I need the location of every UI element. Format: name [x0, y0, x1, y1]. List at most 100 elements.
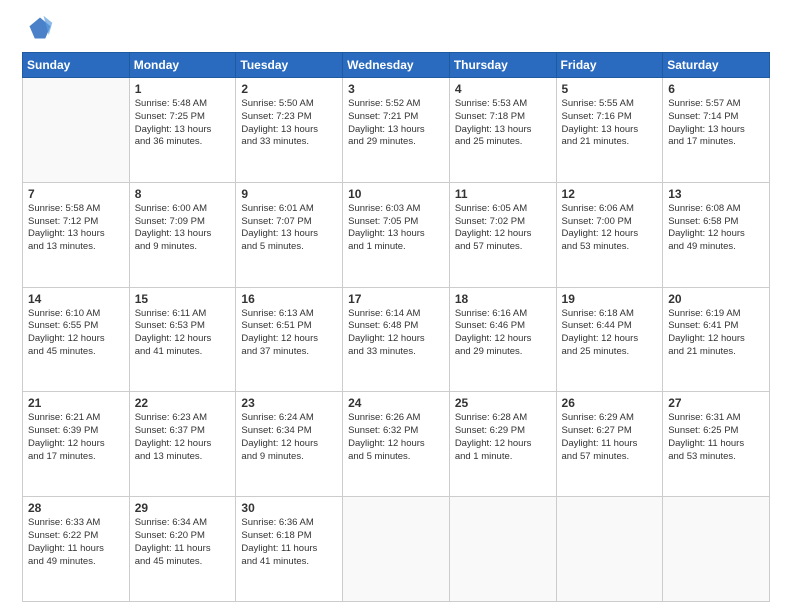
day-info: Sunrise: 5:52 AM Sunset: 7:21 PM Dayligh…	[348, 98, 444, 149]
page: SundayMondayTuesdayWednesdayThursdayFrid…	[0, 0, 792, 612]
calendar-cell: 19 Sunrise: 6:18 AM Sunset: 6:44 PM Dayli…	[556, 287, 663, 392]
day-info: Sunrise: 6:06 AM Sunset: 7:00 PM Dayligh…	[562, 203, 658, 254]
col-header-tuesday: Tuesday	[236, 53, 343, 78]
col-header-friday: Friday	[556, 53, 663, 78]
calendar-cell	[556, 497, 663, 602]
calendar-cell: 26Sunrise: 6:29 AM Sunset: 6:27 PM Dayli…	[556, 392, 663, 497]
calendar-cell: 18 Sunrise: 6:16 AM Sunset: 6:46 PM Dayli…	[449, 287, 556, 392]
day-info: Sunrise: 6:28 AM Sunset: 6:29 PM Dayligh…	[455, 412, 551, 463]
calendar-cell: 2Sunrise: 5:50 AM Sunset: 7:23 PM Daylig…	[236, 78, 343, 183]
day-info: Sunrise: 6:01 AM Sunset: 7:07 PM Dayligh…	[241, 203, 337, 254]
logo	[22, 18, 54, 42]
day-info: Sunrise: 6:31 AM Sunset: 6:25 PM Dayligh…	[668, 412, 764, 463]
day-info: Sunrise: 6:19 AM Sunset: 6:41 PM Dayligh…	[668, 308, 764, 359]
day-number: 6	[668, 82, 764, 96]
day-number: 24	[348, 396, 444, 410]
day-number: 19	[562, 292, 658, 306]
day-info: Sunrise: 6:16 AM Sunset: 6:46 PM Dayligh…	[455, 308, 551, 359]
day-info: Sunrise: 6:34 AM Sunset: 6:20 PM Dayligh…	[135, 517, 231, 568]
calendar-cell: 1 Sunrise: 5:48 AM Sunset: 7:25 PM Daylig…	[129, 78, 236, 183]
day-info: Sunrise: 5:57 AM Sunset: 7:14 PM Dayligh…	[668, 98, 764, 149]
day-number: 17	[348, 292, 444, 306]
day-number: 13	[668, 187, 764, 201]
col-header-saturday: Saturday	[663, 53, 770, 78]
day-info: Sunrise: 6:03 AM Sunset: 7:05 PM Dayligh…	[348, 203, 444, 254]
calendar-cell: 6 Sunrise: 5:57 AM Sunset: 7:14 PM Daylig…	[663, 78, 770, 183]
day-number: 16	[241, 292, 337, 306]
calendar-cell: 4 Sunrise: 5:53 AM Sunset: 7:18 PM Daylig…	[449, 78, 556, 183]
calendar-cell: 27 Sunrise: 6:31 AM Sunset: 6:25 PM Dayli…	[663, 392, 770, 497]
calendar-cell	[449, 497, 556, 602]
day-info: Sunrise: 6:21 AM Sunset: 6:39 PM Dayligh…	[28, 412, 124, 463]
calendar: SundayMondayTuesdayWednesdayThursdayFrid…	[22, 52, 770, 602]
week-row-5: 28 Sunrise: 6:33 AM Sunset: 6:22 PM Dayli…	[23, 497, 770, 602]
week-row-2: 7 Sunrise: 5:58 AM Sunset: 7:12 PM Daylig…	[23, 182, 770, 287]
col-header-sunday: Sunday	[23, 53, 130, 78]
day-number: 1	[135, 82, 231, 96]
calendar-cell: 8 Sunrise: 6:00 AM Sunset: 7:09 PM Daylig…	[129, 182, 236, 287]
day-info: Sunrise: 6:24 AM Sunset: 6:34 PM Dayligh…	[241, 412, 337, 463]
day-info: Sunrise: 5:58 AM Sunset: 7:12 PM Dayligh…	[28, 203, 124, 254]
week-row-1: 1 Sunrise: 5:48 AM Sunset: 7:25 PM Daylig…	[23, 78, 770, 183]
day-info: Sunrise: 6:05 AM Sunset: 7:02 PM Dayligh…	[455, 203, 551, 254]
calendar-cell: 23 Sunrise: 6:24 AM Sunset: 6:34 PM Dayli…	[236, 392, 343, 497]
calendar-cell: 13Sunrise: 6:08 AM Sunset: 6:58 PM Dayli…	[663, 182, 770, 287]
day-number: 3	[348, 82, 444, 96]
day-info: Sunrise: 5:50 AM Sunset: 7:23 PM Dayligh…	[241, 98, 337, 149]
calendar-cell: 16 Sunrise: 6:13 AM Sunset: 6:51 PM Dayli…	[236, 287, 343, 392]
calendar-cell: 17 Sunrise: 6:14 AM Sunset: 6:48 PM Dayli…	[343, 287, 450, 392]
day-number: 10	[348, 187, 444, 201]
day-number: 28	[28, 501, 124, 515]
calendar-cell	[663, 497, 770, 602]
calendar-cell: 15Sunrise: 6:11 AM Sunset: 6:53 PM Dayli…	[129, 287, 236, 392]
calendar-cell	[23, 78, 130, 183]
day-number: 23	[241, 396, 337, 410]
calendar-cell: 29 Sunrise: 6:34 AM Sunset: 6:20 PM Dayli…	[129, 497, 236, 602]
day-number: 25	[455, 396, 551, 410]
day-info: Sunrise: 6:23 AM Sunset: 6:37 PM Dayligh…	[135, 412, 231, 463]
day-number: 27	[668, 396, 764, 410]
day-info: Sunrise: 6:13 AM Sunset: 6:51 PM Dayligh…	[241, 308, 337, 359]
day-info: Sunrise: 6:00 AM Sunset: 7:09 PM Dayligh…	[135, 203, 231, 254]
day-info: Sunrise: 6:11 AM Sunset: 6:53 PM Dayligh…	[135, 308, 231, 359]
calendar-cell: 25 Sunrise: 6:28 AM Sunset: 6:29 PM Dayli…	[449, 392, 556, 497]
day-number: 29	[135, 501, 231, 515]
calendar-cell: 21 Sunrise: 6:21 AM Sunset: 6:39 PM Dayli…	[23, 392, 130, 497]
calendar-cell: 30 Sunrise: 6:36 AM Sunset: 6:18 PM Dayli…	[236, 497, 343, 602]
calendar-cell: 28 Sunrise: 6:33 AM Sunset: 6:22 PM Dayli…	[23, 497, 130, 602]
week-row-3: 14Sunrise: 6:10 AM Sunset: 6:55 PM Dayli…	[23, 287, 770, 392]
day-number: 7	[28, 187, 124, 201]
calendar-cell: 11Sunrise: 6:05 AM Sunset: 7:02 PM Dayli…	[449, 182, 556, 287]
col-header-monday: Monday	[129, 53, 236, 78]
day-info: Sunrise: 5:53 AM Sunset: 7:18 PM Dayligh…	[455, 98, 551, 149]
day-number: 21	[28, 396, 124, 410]
header	[22, 18, 770, 42]
day-info: Sunrise: 6:36 AM Sunset: 6:18 PM Dayligh…	[241, 517, 337, 568]
day-info: Sunrise: 6:10 AM Sunset: 6:55 PM Dayligh…	[28, 308, 124, 359]
calendar-header-row: SundayMondayTuesdayWednesdayThursdayFrid…	[23, 53, 770, 78]
day-number: 30	[241, 501, 337, 515]
calendar-cell: 7 Sunrise: 5:58 AM Sunset: 7:12 PM Daylig…	[23, 182, 130, 287]
day-number: 18	[455, 292, 551, 306]
day-info: Sunrise: 5:48 AM Sunset: 7:25 PM Dayligh…	[135, 98, 231, 149]
calendar-cell: 14Sunrise: 6:10 AM Sunset: 6:55 PM Dayli…	[23, 287, 130, 392]
day-info: Sunrise: 6:14 AM Sunset: 6:48 PM Dayligh…	[348, 308, 444, 359]
day-info: Sunrise: 6:33 AM Sunset: 6:22 PM Dayligh…	[28, 517, 124, 568]
day-number: 8	[135, 187, 231, 201]
calendar-cell: 24 Sunrise: 6:26 AM Sunset: 6:32 PM Dayli…	[343, 392, 450, 497]
day-number: 12	[562, 187, 658, 201]
day-info: Sunrise: 6:18 AM Sunset: 6:44 PM Dayligh…	[562, 308, 658, 359]
day-info: Sunrise: 5:55 AM Sunset: 7:16 PM Dayligh…	[562, 98, 658, 149]
day-info: Sunrise: 6:29 AM Sunset: 6:27 PM Dayligh…	[562, 412, 658, 463]
day-number: 20	[668, 292, 764, 306]
col-header-thursday: Thursday	[449, 53, 556, 78]
week-row-4: 21 Sunrise: 6:21 AM Sunset: 6:39 PM Dayli…	[23, 392, 770, 497]
calendar-cell: 20 Sunrise: 6:19 AM Sunset: 6:41 PM Dayli…	[663, 287, 770, 392]
calendar-cell: 10 Sunrise: 6:03 AM Sunset: 7:05 PM Dayli…	[343, 182, 450, 287]
col-header-wednesday: Wednesday	[343, 53, 450, 78]
calendar-cell: 22Sunrise: 6:23 AM Sunset: 6:37 PM Dayli…	[129, 392, 236, 497]
day-info: Sunrise: 6:26 AM Sunset: 6:32 PM Dayligh…	[348, 412, 444, 463]
day-number: 4	[455, 82, 551, 96]
day-number: 5	[562, 82, 658, 96]
calendar-cell: 12 Sunrise: 6:06 AM Sunset: 7:00 PM Dayli…	[556, 182, 663, 287]
